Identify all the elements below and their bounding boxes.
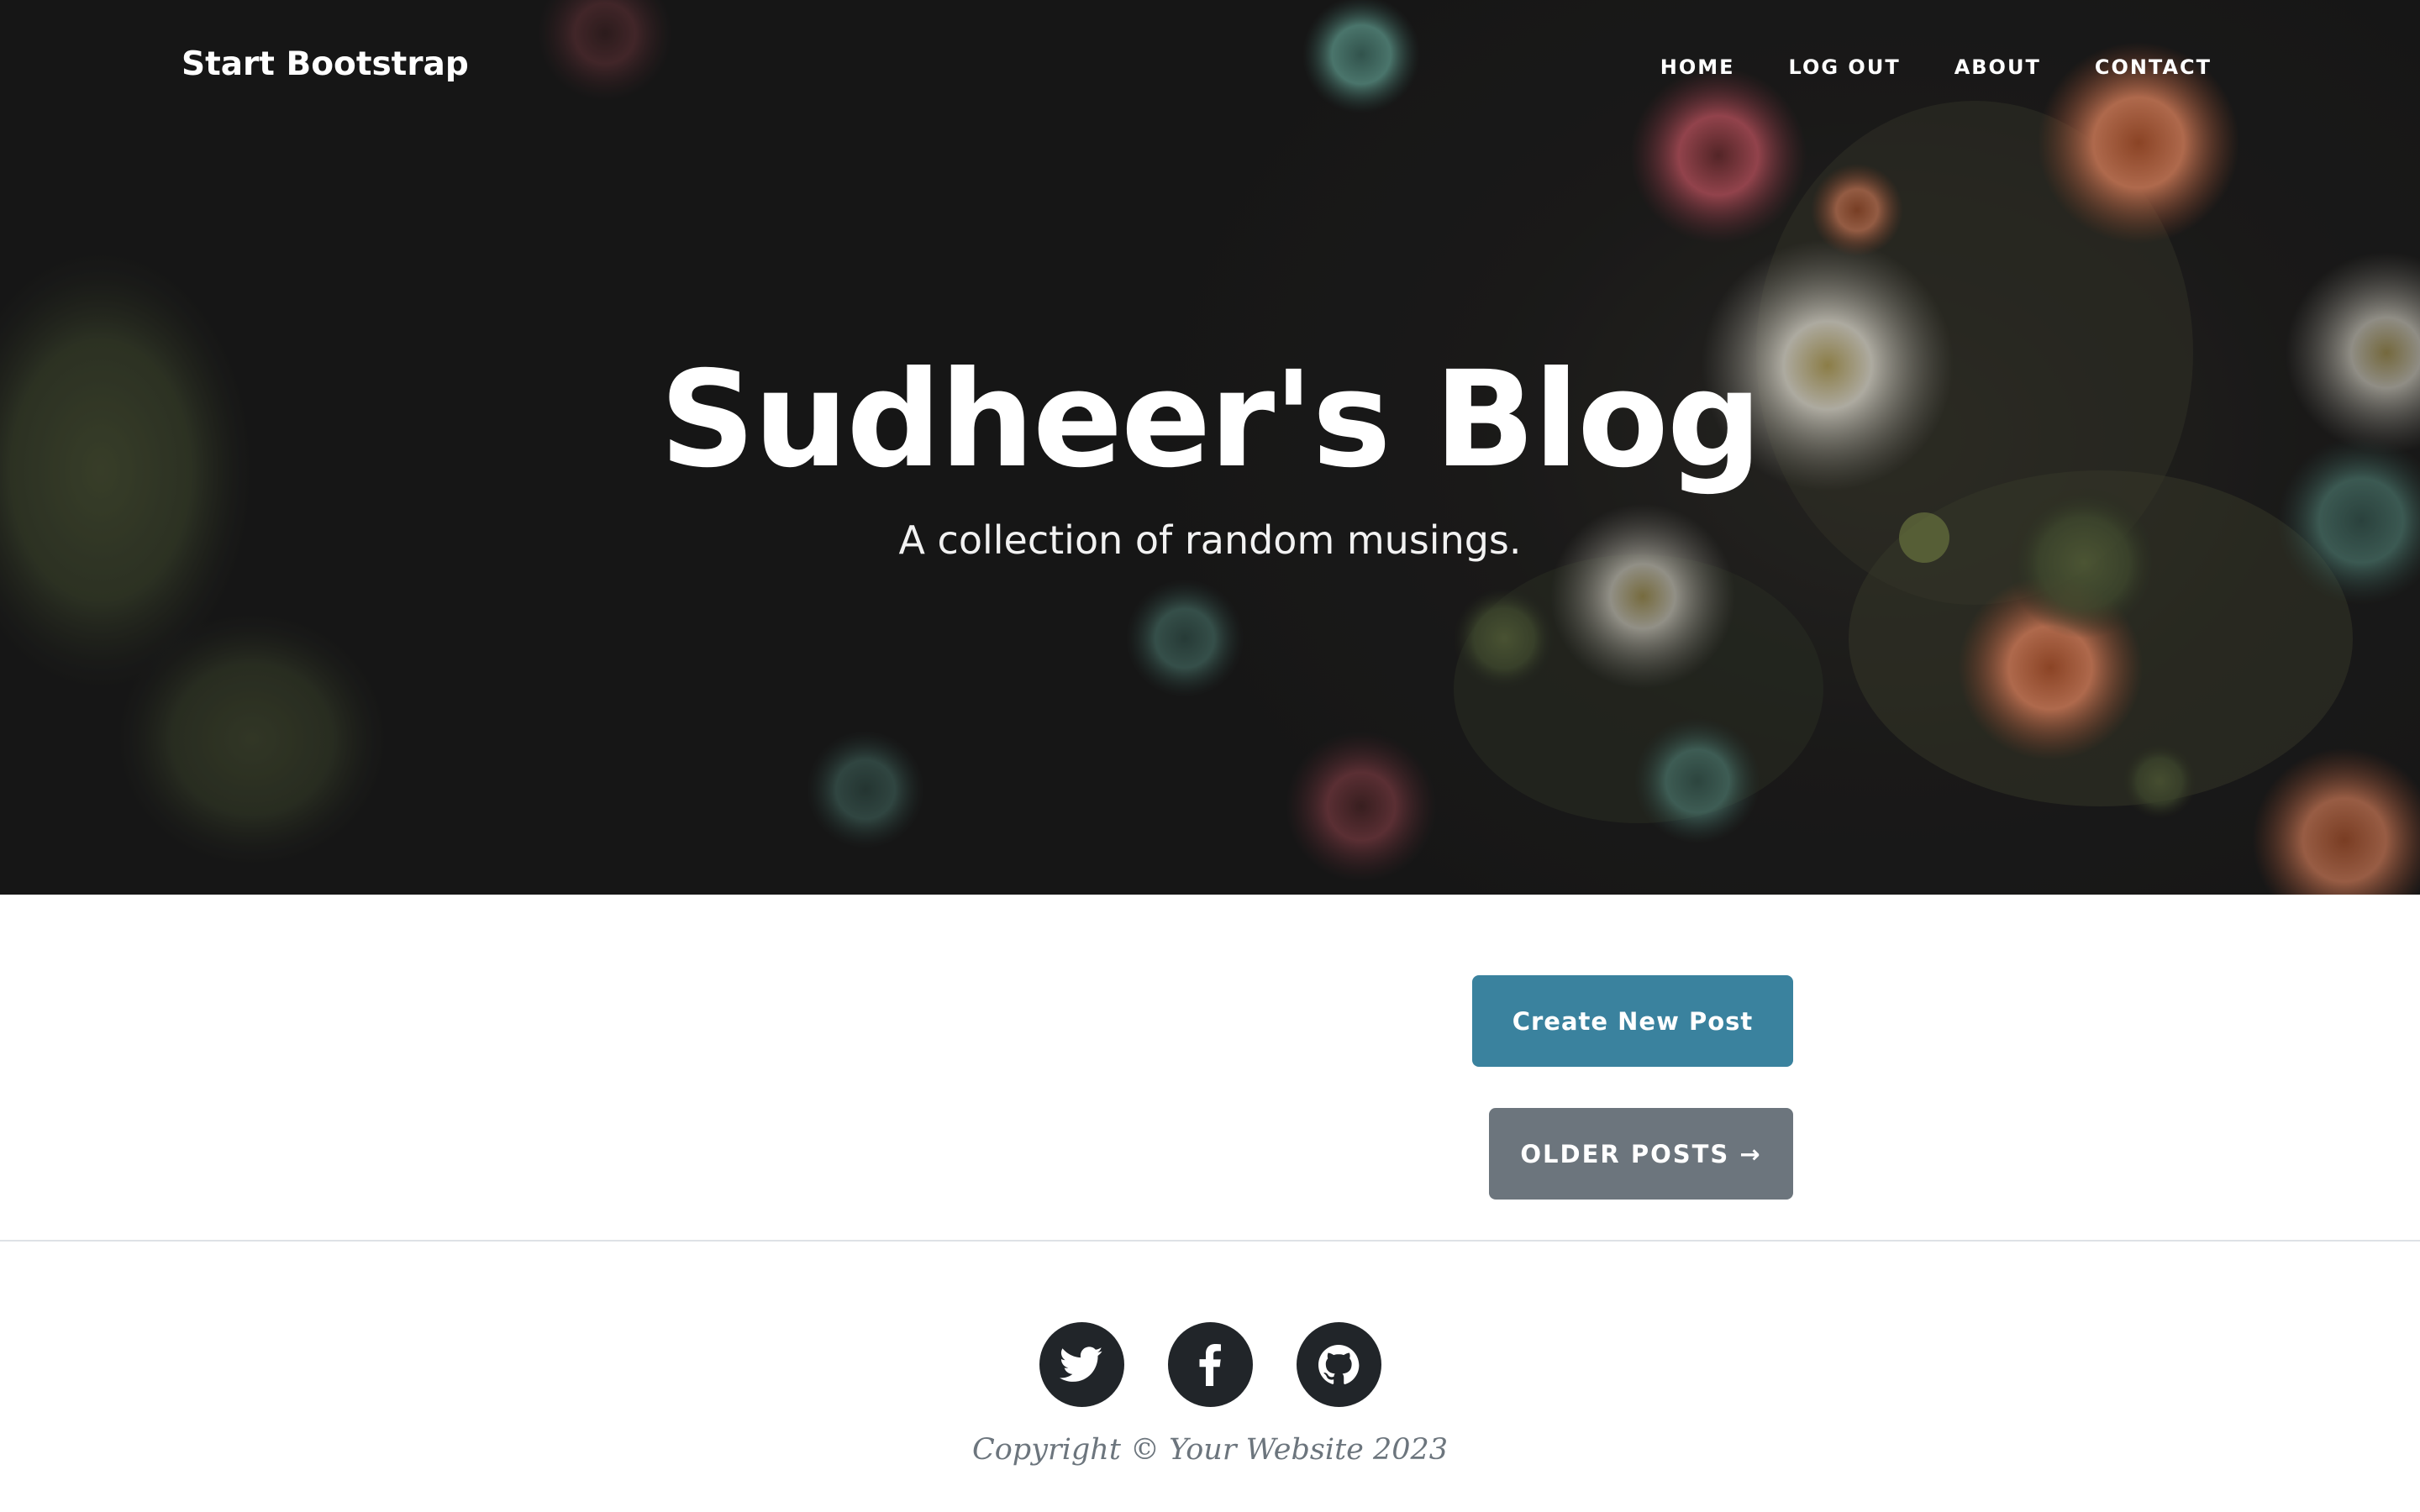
- facebook-icon: [1199, 1343, 1221, 1386]
- page-title: Sudheer's Blog: [660, 343, 1762, 497]
- navbar-brand[interactable]: Start Bootstrap: [182, 45, 469, 83]
- nav-link-about[interactable]: About: [1954, 55, 2041, 79]
- github-link[interactable]: [1296, 1322, 1381, 1407]
- nav-item-home: Home: [1660, 55, 1735, 79]
- footer-divider: [0, 1240, 2420, 1242]
- create-new-post-button[interactable]: Create New Post: [1472, 975, 1793, 1067]
- twitter-icon: [1060, 1346, 1103, 1382]
- masthead-hero: Start Bootstrap Home Log Out About Conta…: [0, 0, 2420, 895]
- copyright-text: Copyright © Your Website 2023: [971, 1433, 1449, 1467]
- nav-link-contact[interactable]: Contact: [2095, 55, 2212, 79]
- nav-item-about: About: [1954, 55, 2041, 79]
- arrow-right-icon: →: [1739, 1139, 1762, 1168]
- facebook-link[interactable]: [1167, 1322, 1253, 1407]
- navbar: Start Bootstrap Home Log Out About Conta…: [0, 0, 2420, 139]
- older-posts-label: Older Posts: [1520, 1139, 1730, 1168]
- nav-link-home[interactable]: Home: [1660, 55, 1735, 79]
- site-heading: Sudheer's Blog A collection of random mu…: [0, 336, 2420, 570]
- page-subtitle: A collection of random musings.: [898, 517, 1522, 563]
- nav-item-log-out: Log Out: [1789, 55, 1901, 79]
- nav-item-contact: Contact: [2095, 55, 2212, 79]
- twitter-link[interactable]: [1039, 1322, 1124, 1407]
- github-icon: [1318, 1344, 1360, 1384]
- nav-links: Home Log Out About Contact: [1660, 55, 2212, 79]
- social-links: [0, 1322, 2420, 1407]
- older-posts-button[interactable]: Older Posts →: [1489, 1108, 1793, 1200]
- nav-link-log-out[interactable]: Log Out: [1789, 55, 1901, 79]
